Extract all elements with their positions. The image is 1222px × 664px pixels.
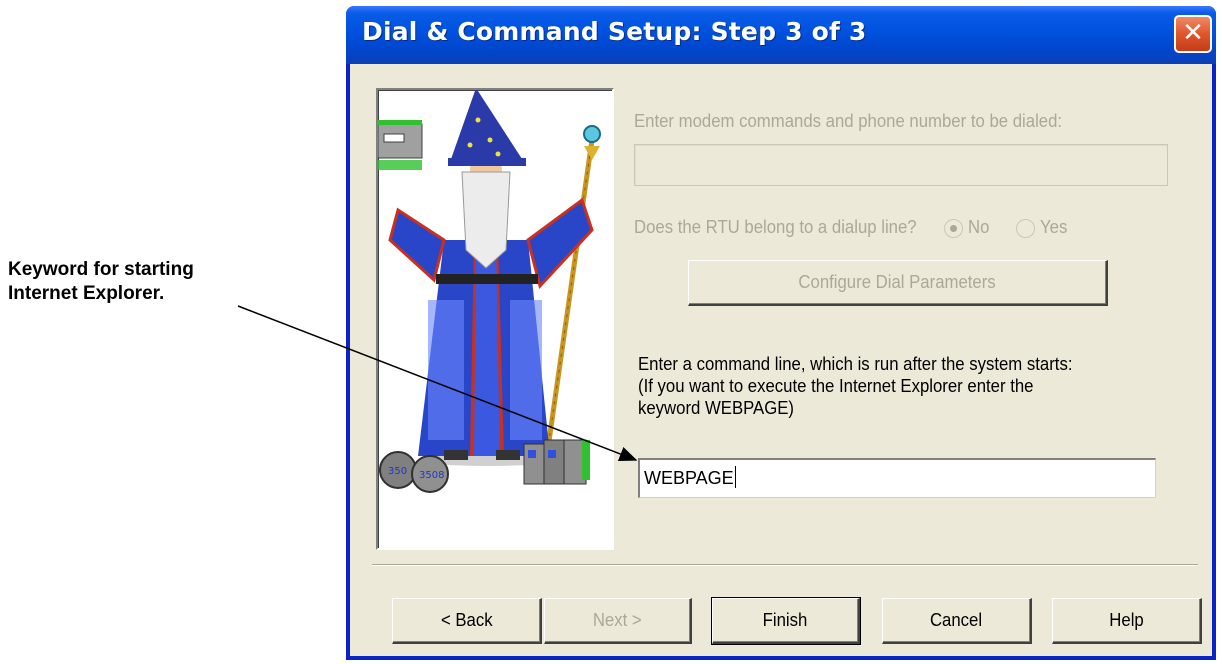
command-line-input[interactable]: WEBPAGE: [638, 458, 1156, 498]
callout-line-1: Keyword for starting: [8, 259, 194, 280]
modem-commands-field[interactable]: [634, 144, 1168, 186]
back-button[interactable]: < Back: [392, 598, 542, 644]
wizard-illustration: 350 3508: [376, 88, 614, 550]
dialup-no-radio[interactable]: [944, 219, 963, 238]
next-button[interactable]: Next >: [544, 598, 692, 644]
finish-button[interactable]: Finish: [711, 597, 861, 645]
dialup-yes-radio[interactable]: [1016, 219, 1035, 238]
help-button[interactable]: Help: [1052, 598, 1202, 644]
close-button[interactable]: ✕: [1174, 15, 1212, 53]
callout-line-2: Internet Explorer.: [8, 283, 165, 304]
close-icon: ✕: [1182, 18, 1204, 48]
configure-dial-parameters-label: Configure Dial Parameters: [798, 272, 997, 292]
dialup-question-label: Does the RTU belong to a dialup line?: [634, 217, 917, 237]
finish-button-label: Finish: [763, 610, 808, 630]
dialup-no-label: No: [968, 217, 990, 237]
configure-dial-parameters-button[interactable]: Configure Dial Parameters: [688, 260, 1108, 306]
next-button-label: Next >: [593, 610, 642, 630]
button-separator: [372, 564, 1198, 566]
window-title: Dial & Command Setup: Step 3 of 3: [362, 17, 867, 46]
command-line-hint-1: (If you want to execute the Internet Exp…: [638, 376, 1034, 396]
dialog-window: Dial & Command Setup: Step 3 of 3 ✕ 350 …: [346, 6, 1216, 660]
svg-text:350: 350: [388, 466, 407, 477]
text-caret: [734, 466, 736, 488]
modem-commands-label: Enter modem commands and phone number to…: [634, 111, 1063, 131]
cancel-button[interactable]: Cancel: [882, 598, 1032, 644]
dialog-body: 350 3508 Enter modem commands and phone …: [350, 64, 1212, 656]
dialup-yes-label: Yes: [1040, 217, 1068, 237]
callout-annotation: Keyword for starting Internet Explorer.: [8, 258, 194, 306]
help-button-label: Help: [1109, 610, 1144, 630]
command-line-label: Enter a command line, which is run after…: [638, 354, 1073, 374]
svg-text:3508: 3508: [419, 470, 444, 481]
command-line-value: WEBPAGE: [644, 468, 734, 488]
title-bar[interactable]: Dial & Command Setup: Step 3 of 3 ✕: [346, 6, 1216, 64]
back-button-label: < Back: [440, 610, 493, 630]
command-line-hint-2: keyword WEBPAGE): [638, 398, 794, 418]
wizard-image: 350 3508: [378, 90, 601, 493]
cancel-button-label: Cancel: [930, 610, 983, 630]
